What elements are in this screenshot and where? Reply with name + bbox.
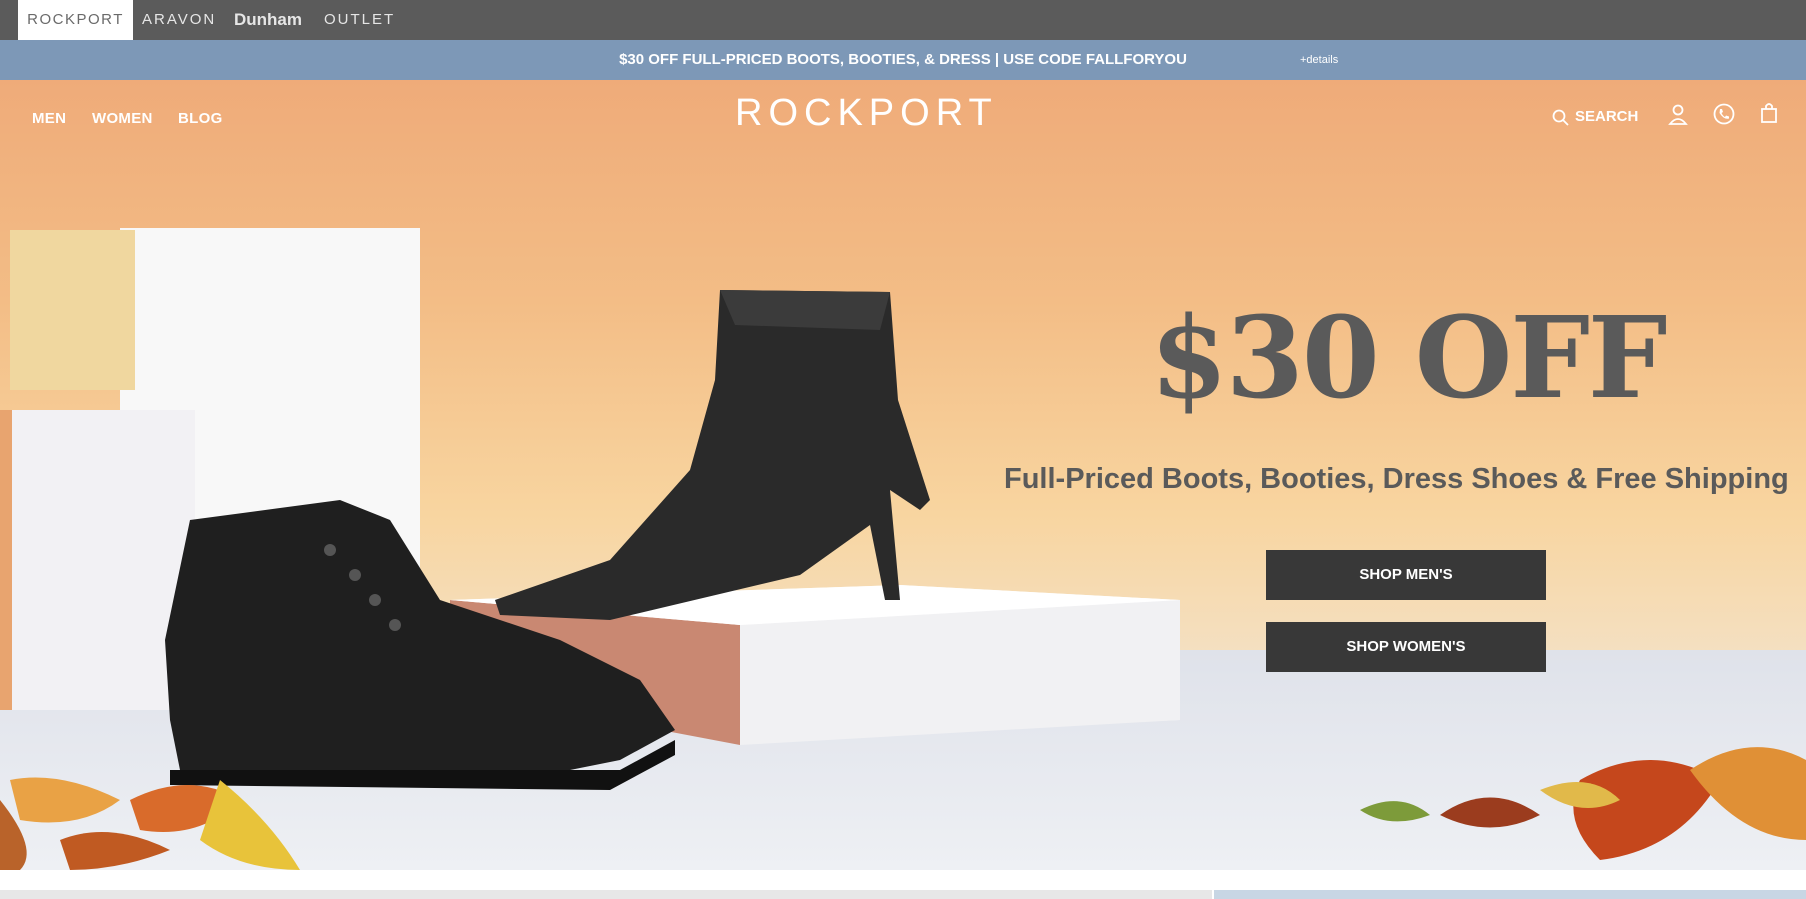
search-label: SEARCH <box>1575 108 1639 125</box>
hero-subline: Full-Priced Boots, Booties, Dress Shoes … <box>1004 463 1789 495</box>
nav-men[interactable]: MEN <box>32 110 66 127</box>
hero-banner: MEN WOMEN BLOG ROCKPORT SEARCH $30 OFF F… <box>0 80 1806 870</box>
brand-outlet[interactable]: OUTLET <box>324 0 395 40</box>
brand-aravon[interactable]: ARAVON <box>142 0 216 40</box>
nav-blog[interactable]: BLOG <box>178 110 223 127</box>
search-button[interactable]: SEARCH <box>1552 108 1638 126</box>
account-icon[interactable] <box>1668 104 1688 126</box>
site-logo[interactable]: ROCKPORT <box>735 92 998 135</box>
brand-bar: ROCKPORT ARAVON Dunham OUTLET <box>0 0 1806 40</box>
nav-women[interactable]: WOMEN <box>92 110 153 127</box>
phone-icon[interactable] <box>1713 103 1735 125</box>
shop-womens-button[interactable]: SHOP WOMEN'S <box>1266 622 1546 672</box>
next-section-left <box>0 890 1212 899</box>
promo-details-link[interactable]: +details <box>1300 40 1338 80</box>
search-icon <box>1552 109 1569 126</box>
hero-headline: $30 OFF <box>1150 293 1667 424</box>
bag-icon[interactable] <box>1760 102 1778 124</box>
brand-rockport[interactable]: ROCKPORT <box>18 0 133 40</box>
shop-mens-button[interactable]: SHOP MEN'S <box>1266 550 1546 600</box>
promo-bar: $30 OFF FULL-PRICED BOOTS, BOOTIES, & DR… <box>0 40 1806 80</box>
brand-dunham[interactable]: Dunham <box>234 0 302 40</box>
next-section-right <box>1214 890 1806 899</box>
promo-text: $30 OFF FULL-PRICED BOOTS, BOOTIES, & DR… <box>619 51 1187 68</box>
